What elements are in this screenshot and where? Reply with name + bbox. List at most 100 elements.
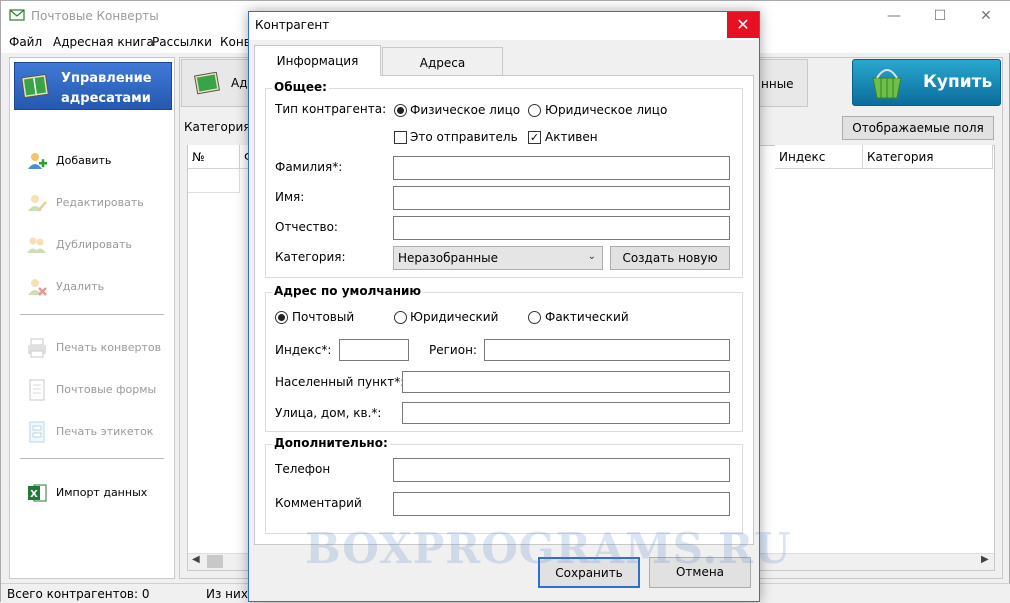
sidebar-header[interactable]: Управление адресатами bbox=[14, 62, 172, 110]
sender-checkbox-label[interactable]: Это отправитель bbox=[410, 130, 518, 144]
tab-address-book[interactable]: Адр bbox=[181, 59, 255, 107]
svg-text:X: X bbox=[30, 489, 38, 500]
locality-label: Населенный пункт*: bbox=[275, 375, 405, 389]
patronymic-label: Отчество: bbox=[275, 220, 338, 234]
postal-forms-label: Почтовые формы bbox=[56, 383, 157, 396]
chevron-down-icon: ⌄ bbox=[587, 251, 596, 262]
address-book-icon bbox=[21, 73, 49, 99]
delete-label: Удалить bbox=[56, 280, 105, 293]
envelope-icon bbox=[9, 9, 25, 21]
phone-label: Телефон bbox=[275, 462, 331, 476]
delete-button[interactable]: Удалить bbox=[26, 276, 166, 298]
menu-address-book[interactable]: Адресная книга bbox=[53, 35, 154, 49]
print-envelopes-label: Печать конвертов bbox=[56, 341, 162, 354]
surname-label: Фамилия*: bbox=[275, 160, 343, 174]
sidebar-divider bbox=[20, 458, 164, 459]
patronymic-input[interactable] bbox=[393, 216, 730, 240]
excel-icon: X bbox=[28, 484, 47, 502]
additional-group: Дополнительно: Телефон Комментарий bbox=[265, 436, 743, 534]
street-input[interactable] bbox=[402, 402, 730, 424]
create-new-category-button[interactable]: Создать новую bbox=[610, 246, 730, 270]
sidebar: Управление адресатами Добавить Редактиро… bbox=[9, 57, 175, 579]
default-address-group: Адрес по умолчанию Почтовый Юридический … bbox=[265, 284, 743, 432]
surname-input[interactable] bbox=[393, 156, 730, 180]
grid-header-index[interactable]: Индекс bbox=[775, 145, 863, 169]
printer-icon bbox=[28, 338, 46, 358]
information-tab-page: Общее: Тип контрагента: Физическое лицо … bbox=[254, 75, 754, 545]
sidebar-header-text: Управление адресатами bbox=[61, 71, 152, 106]
radio-actual-label[interactable]: Фактический bbox=[545, 310, 629, 324]
import-data-button[interactable]: X Импорт данных bbox=[26, 482, 166, 504]
additional-group-title: Дополнительно: bbox=[272, 436, 390, 450]
import-data-label: Импорт данных bbox=[56, 486, 148, 499]
maximize-button[interactable]: ☐ bbox=[917, 1, 963, 31]
edit-button[interactable]: Редактировать bbox=[26, 192, 166, 214]
label-icon bbox=[29, 421, 45, 443]
radio-legal[interactable] bbox=[394, 311, 407, 324]
radio-postal[interactable] bbox=[275, 311, 288, 324]
menu-file[interactable]: Файл bbox=[9, 35, 42, 49]
radio-individual[interactable] bbox=[394, 104, 407, 117]
app-title: Почтовые Конверты bbox=[31, 9, 159, 23]
edit-label: Редактировать bbox=[56, 196, 144, 209]
delete-user-icon bbox=[28, 279, 47, 296]
dialog-title: Контрагент bbox=[255, 18, 330, 32]
print-labels-label: Печать этикеток bbox=[56, 425, 154, 438]
dialog-close-icon[interactable]: ✕ bbox=[727, 12, 759, 38]
status-total: Всего контрагентов: 0 bbox=[7, 587, 150, 601]
address-book-icon bbox=[194, 72, 220, 95]
sidebar-header-label: Управление адресатами bbox=[61, 69, 161, 109]
duplicate-user-icon bbox=[27, 237, 46, 253]
active-checkbox-label[interactable]: Активен bbox=[545, 130, 598, 144]
region-label: Регион: bbox=[429, 343, 477, 357]
postal-forms-button[interactable]: Почтовые формы bbox=[26, 379, 166, 401]
name-label: Имя: bbox=[275, 190, 305, 204]
duplicate-button[interactable]: Дублировать bbox=[26, 234, 166, 256]
index-input[interactable] bbox=[339, 339, 409, 361]
sender-checkbox[interactable] bbox=[394, 131, 407, 144]
default-address-group-title: Адрес по умолчанию bbox=[272, 284, 424, 298]
buy-button[interactable]: Купить bbox=[852, 59, 1001, 106]
region-input[interactable] bbox=[484, 339, 730, 361]
print-labels-button[interactable]: Печать этикеток bbox=[26, 421, 166, 443]
general-group: Общее: Тип контрагента: Физическое лицо … bbox=[265, 80, 743, 278]
add-button[interactable]: Добавить bbox=[26, 150, 166, 172]
radio-actual[interactable] bbox=[528, 311, 541, 324]
active-checkbox[interactable]: ✓ bbox=[528, 131, 541, 144]
tab-addresses[interactable]: Адреса bbox=[382, 47, 503, 76]
minimize-button[interactable]: — bbox=[871, 1, 917, 31]
grid-header-number[interactable]: № bbox=[188, 145, 240, 169]
category-filter-label: Категория: bbox=[184, 120, 255, 134]
menu-mailings[interactable]: Рассылки bbox=[152, 35, 212, 49]
tab-information[interactable]: Информация bbox=[254, 45, 381, 76]
scrollbar-thumb[interactable] bbox=[207, 555, 223, 568]
name-input[interactable] bbox=[393, 186, 730, 210]
scroll-left-icon[interactable]: ◀ bbox=[192, 554, 200, 565]
close-button[interactable]: ✕ bbox=[963, 1, 1009, 31]
dialog-titlebar: Контрагент ✕ bbox=[249, 12, 759, 40]
phone-input[interactable] bbox=[393, 458, 730, 482]
category-label: Категория: bbox=[275, 250, 346, 264]
radio-postal-label[interactable]: Почтовый bbox=[292, 310, 354, 324]
buy-label: Купить bbox=[923, 72, 993, 92]
radio-individual-label[interactable]: Физическое лицо bbox=[410, 103, 520, 117]
add-label: Добавить bbox=[56, 154, 112, 167]
grid-header-category[interactable]: Категория bbox=[863, 145, 993, 169]
radio-legal-label[interactable]: Юридический bbox=[410, 310, 498, 324]
index-label: Индекс*: bbox=[275, 343, 332, 357]
sidebar-divider bbox=[20, 314, 164, 315]
radio-legal-entity-label[interactable]: Юридическое лицо bbox=[545, 103, 667, 117]
scroll-right-icon[interactable]: ▶ bbox=[981, 554, 989, 565]
street-label: Улица, дом, кв.*: bbox=[275, 406, 382, 420]
locality-input[interactable] bbox=[402, 371, 730, 393]
radio-legal-entity[interactable] bbox=[528, 104, 541, 117]
visible-fields-button[interactable]: Отображаемые поля bbox=[842, 116, 994, 140]
print-envelopes-button[interactable]: Печать конвертов bbox=[26, 337, 166, 359]
tab-data-label: нные bbox=[761, 77, 794, 91]
comment-label: Комментарий bbox=[275, 496, 362, 510]
edit-user-icon bbox=[28, 195, 47, 212]
duplicate-label: Дублировать bbox=[56, 238, 132, 251]
category-select[interactable]: Неразобранные ⌄ bbox=[393, 246, 603, 270]
add-user-icon bbox=[28, 153, 47, 169]
comment-input[interactable] bbox=[393, 492, 730, 516]
